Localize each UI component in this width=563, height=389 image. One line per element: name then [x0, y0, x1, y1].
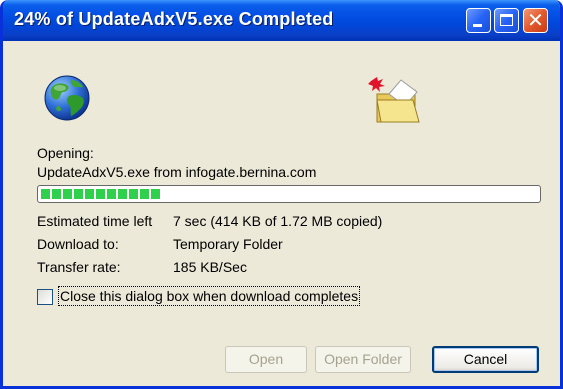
window-title: 24% of UpdateAdxV5.exe Completed [14, 9, 334, 29]
cancel-button[interactable]: Cancel [432, 346, 539, 373]
download-to-label: Download to: [37, 236, 119, 252]
progress-fill [41, 189, 160, 199]
minimize-icon [473, 24, 482, 27]
download-dialog: 24% of UpdateAdxV5.exe Completed ✕ Openi… [0, 0, 563, 389]
open-button[interactable]: Open [225, 346, 307, 373]
title-bar[interactable]: 24% of UpdateAdxV5.exe Completed ✕ [3, 0, 560, 41]
close-button[interactable]: ✕ [523, 8, 548, 33]
file-source-text: UpdateAdxV5.exe from infogate.bernina.co… [37, 164, 317, 180]
close-icon: ✕ [527, 8, 544, 32]
open-folder-button[interactable]: Open Folder [315, 346, 411, 373]
minimize-button[interactable] [466, 8, 491, 33]
transfer-rate-label: Transfer rate: [37, 259, 121, 275]
time-left-label: Estimated time left [37, 213, 153, 229]
folder-icon [368, 77, 420, 123]
time-left-value: 7 sec (414 KB of 1.72 MB copied) [173, 213, 383, 229]
close-when-done-label[interactable]: Close this dialog box when download comp… [57, 286, 361, 306]
transfer-rate-value: 185 KB/Sec [173, 259, 247, 275]
opening-label: Opening: [37, 145, 94, 161]
globe-icon [44, 75, 90, 121]
maximize-icon [500, 14, 513, 26]
maximize-button[interactable] [494, 8, 519, 33]
download-progress-bar [37, 185, 541, 203]
download-to-value: Temporary Folder [173, 236, 283, 252]
close-when-done-checkbox[interactable] [37, 289, 53, 305]
